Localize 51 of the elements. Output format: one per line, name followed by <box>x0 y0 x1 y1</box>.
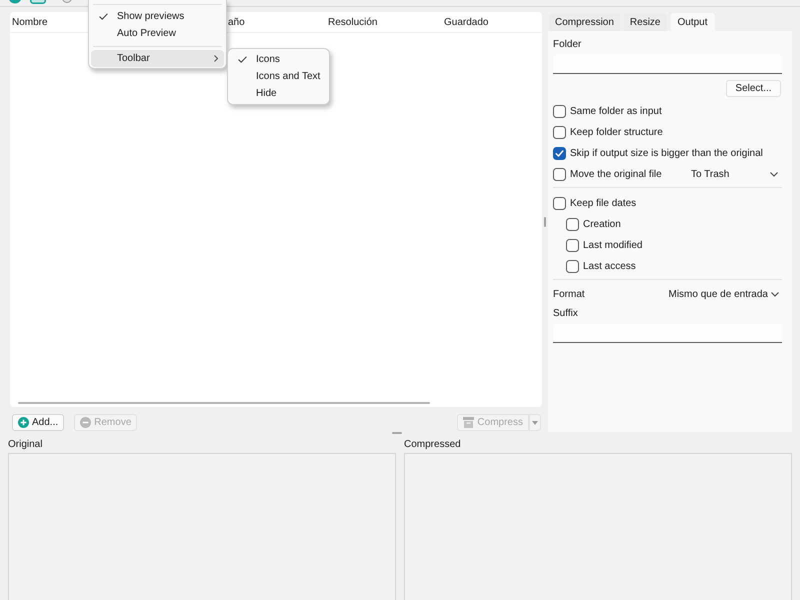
check-icon <box>238 56 247 63</box>
field-label: Suffix <box>553 307 579 321</box>
field-label: Folder <box>553 38 582 52</box>
checkbox[interactable] <box>566 260 579 273</box>
horizontal-scrollbar[interactable] <box>18 402 430 404</box>
menu-item[interactable]: Icons <box>230 51 327 68</box>
menu-item[interactable]: Auto Preview <box>91 25 224 42</box>
checkbox[interactable] <box>553 197 566 210</box>
chevron-right-icon <box>214 55 218 62</box>
menu-item[interactable]: Icons and Text <box>230 68 327 85</box>
dropdown[interactable]: To Trash <box>686 166 782 184</box>
archive-box-icon <box>463 417 474 428</box>
chevron-down-icon <box>770 172 778 177</box>
tab[interactable]: Resize <box>624 13 666 31</box>
checkbox-label[interactable]: Same folder as input <box>570 106 662 117</box>
checkbox[interactable] <box>553 168 566 181</box>
caret-down-icon <box>532 420 538 424</box>
checkbox-label[interactable]: Keep folder structure <box>570 127 663 138</box>
plus-circle-icon <box>18 417 29 428</box>
check-icon <box>99 13 108 20</box>
preview-label: Original <box>8 438 44 452</box>
checkbox-label[interactable]: Creation <box>583 219 621 230</box>
minus-circle-icon <box>80 417 92 428</box>
menu-item[interactable]: Show previews <box>91 8 224 25</box>
column-header[interactable]: año <box>226 12 326 32</box>
checkbox-label[interactable]: Last access <box>583 261 636 272</box>
preview-label: Compressed <box>404 438 462 452</box>
splitter-handle[interactable] <box>544 217 546 227</box>
checkbox[interactable] <box>566 218 579 231</box>
menu-item[interactable]: Hide <box>230 85 327 102</box>
tab[interactable]: Output <box>670 13 715 31</box>
checkbox[interactable] <box>553 105 566 118</box>
column-header[interactable]: Resolución <box>326 12 442 32</box>
checkbox-label[interactable]: Move the original file <box>570 169 662 180</box>
menu-item[interactable]: Toolbar <box>91 50 224 67</box>
checkbox[interactable] <box>553 147 566 160</box>
tab[interactable]: Compression <box>549 13 620 31</box>
checkbox-label[interactable]: Skip if output size is bigger than the original <box>570 148 763 159</box>
folder-field[interactable] <box>553 55 782 74</box>
suffix-field[interactable] <box>553 324 782 343</box>
checkbox-label[interactable]: Keep file dates <box>570 198 636 209</box>
column-header[interactable]: Guardado <box>442 12 542 32</box>
add-button[interactable]: Add... <box>12 414 64 431</box>
field-label: Format <box>553 288 585 300</box>
chevron-down-icon <box>771 292 779 296</box>
checkbox-label[interactable]: Last modified <box>583 240 642 251</box>
checkbox[interactable] <box>566 239 579 252</box>
select-button[interactable]: Select... <box>726 80 781 97</box>
checkbox[interactable] <box>553 126 566 139</box>
splitter-handle[interactable] <box>392 432 402 434</box>
dropdown[interactable]: Mismo que de entrada <box>665 285 782 303</box>
